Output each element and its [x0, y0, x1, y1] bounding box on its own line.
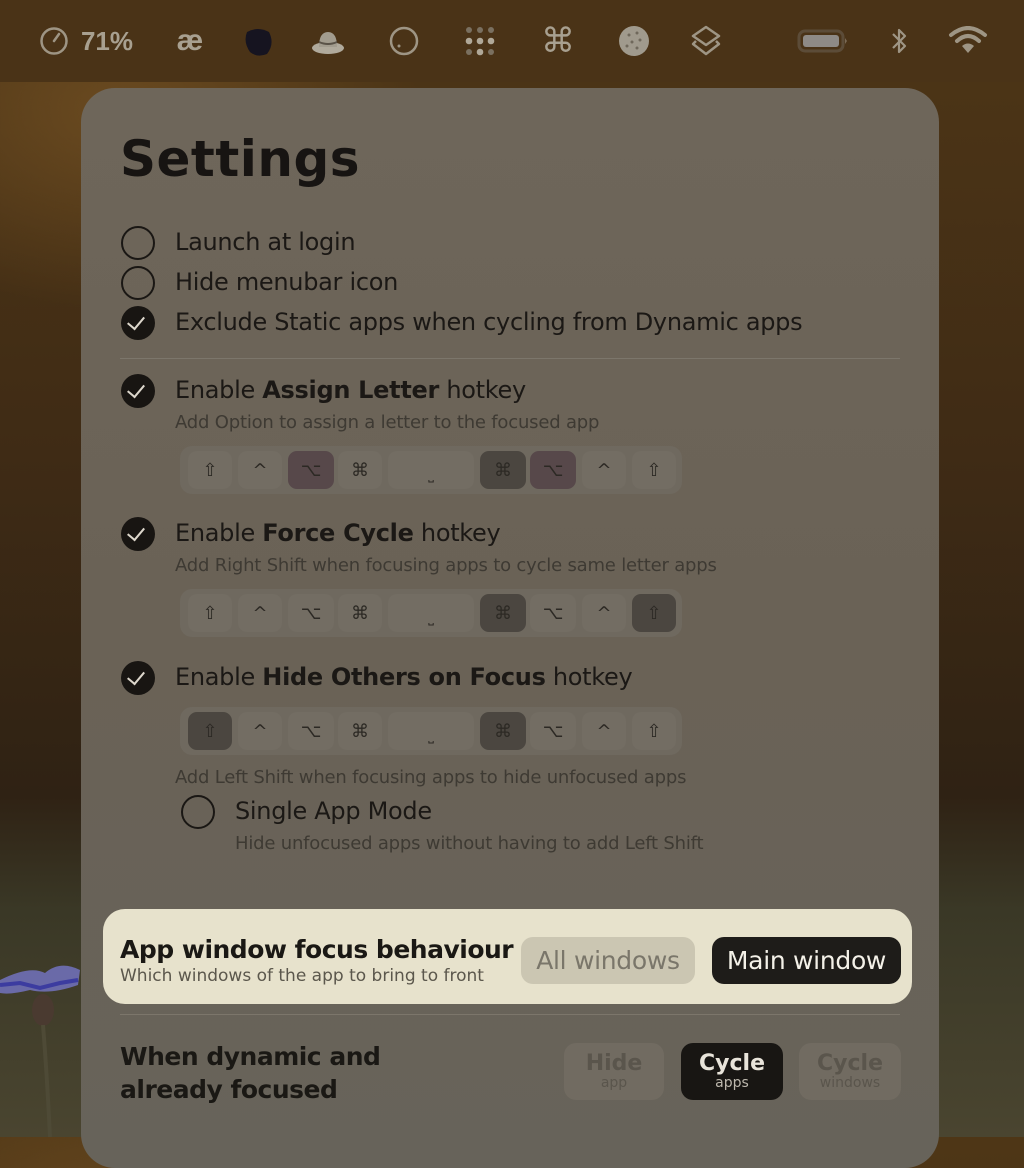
exclude-static-apps-checkbox[interactable] [121, 306, 155, 340]
force-cycle-label: Enable Force Cycle hotkey [175, 519, 501, 547]
launch-at-login-checkbox[interactable] [121, 226, 155, 260]
hide-app-button[interactable]: Hide app [564, 1043, 664, 1100]
option-subtitle: apps [715, 1074, 749, 1091]
label-suffix: hotkey [413, 519, 501, 547]
right-option-key[interactable]: ⌥ [530, 594, 576, 632]
force-cycle-description: Add Right Shift when focusing apps to cy… [175, 555, 717, 576]
title-line-1: When dynamic and [120, 1042, 381, 1071]
force-cycle-keyboard: ⇧ ^ ⌥ ⌘ ⎵ ⌘ ⌥ ^ ⇧ [180, 589, 682, 637]
page-title: Settings [120, 130, 361, 188]
cpu-percentage[interactable]: 71% [80, 22, 134, 60]
space-key[interactable]: ⎵ [388, 594, 474, 632]
assign-letter-description: Add Option to assign a letter to the foc… [175, 412, 600, 433]
exclude-static-apps-label: Exclude Static apps when cycling from Dy… [175, 308, 803, 336]
main-window-button[interactable]: Main window [712, 937, 901, 984]
focus-behaviour-description: Which windows of the app to bring to fro… [120, 966, 484, 986]
ae-ligature-icon[interactable]: æ [170, 22, 210, 60]
option-subtitle: app [600, 1074, 628, 1091]
hide-others-keyboard: ⇧ ^ ⌥ ⌘ ⎵ ⌘ ⌥ ^ ⇧ [180, 707, 682, 755]
layers-icon[interactable] [688, 22, 724, 60]
left-command-key[interactable]: ⌘ [338, 594, 382, 632]
dot-grid-icon[interactable] [462, 22, 498, 60]
wifi-icon[interactable] [946, 22, 990, 60]
divider [120, 358, 900, 359]
hide-menubar-icon-label: Hide menubar icon [175, 268, 399, 296]
right-shift-key[interactable]: ⇧ [632, 594, 676, 632]
cycle-windows-button[interactable]: Cycle windows [799, 1043, 901, 1100]
right-shift-key[interactable]: ⇧ [632, 451, 676, 489]
wallpaper-flower [0, 965, 80, 1137]
space-key[interactable]: ⎵ [388, 712, 474, 750]
right-control-key[interactable]: ^ [582, 712, 626, 750]
hide-others-description: Add Left Shift when focusing apps to hid… [175, 767, 687, 788]
left-shift-key[interactable]: ⇧ [188, 594, 232, 632]
right-command-key[interactable]: ⌘ [480, 451, 526, 489]
option-title: Cycle [699, 1050, 765, 1076]
label-bold: Assign Letter [262, 376, 440, 404]
label-suffix: hotkey [439, 376, 526, 404]
command-icon[interactable]: ⌘ [538, 22, 578, 60]
focus-behaviour-title: App window focus behaviour [120, 935, 514, 964]
single-app-mode-description: Hide unfocused apps without having to ad… [235, 833, 704, 854]
option-title: Hide [585, 1050, 643, 1076]
label-suffix: hotkey [545, 663, 633, 691]
menubar: 71% æ ⌘ [0, 0, 1024, 82]
assign-letter-label: Enable Assign Letter hotkey [175, 376, 526, 404]
gauge-icon[interactable] [36, 22, 72, 60]
single-app-mode-label: Single App Mode [235, 797, 432, 825]
force-cycle-checkbox[interactable] [121, 517, 155, 551]
hat-app-icon[interactable] [310, 22, 346, 60]
left-command-key[interactable]: ⌘ [338, 712, 382, 750]
single-app-mode-checkbox[interactable] [181, 795, 215, 829]
left-shift-key[interactable]: ⇧ [188, 712, 232, 750]
hide-others-label: Enable Hide Others on Focus hotkey [175, 663, 633, 691]
right-option-key[interactable]: ⌥ [530, 712, 576, 750]
hide-menubar-icon-checkbox[interactable] [121, 266, 155, 300]
assign-letter-keyboard: ⇧ ^ ⌥ ⌘ ⎵ ⌘ ⌥ ^ ⇧ [180, 446, 682, 494]
right-shift-key[interactable]: ⇧ [632, 712, 676, 750]
label-prefix: Enable [175, 663, 263, 691]
label-prefix: Enable [175, 519, 263, 547]
title-line-2: already focused [120, 1075, 338, 1104]
assign-letter-checkbox[interactable] [121, 374, 155, 408]
label-bold: Hide Others on Focus [262, 663, 546, 691]
label-prefix: Enable [175, 376, 263, 404]
left-control-key[interactable]: ^ [238, 594, 282, 632]
right-control-key[interactable]: ^ [582, 594, 626, 632]
right-option-key[interactable]: ⌥ [530, 451, 576, 489]
right-command-key[interactable]: ⌘ [480, 594, 526, 632]
left-option-key[interactable]: ⌥ [288, 594, 334, 632]
dynamic-focused-title: When dynamic and already focused [120, 1040, 381, 1106]
hide-others-checkbox[interactable] [121, 661, 155, 695]
left-option-key[interactable]: ⌥ [288, 712, 334, 750]
dark-blob-app-icon[interactable] [240, 22, 276, 60]
left-option-key[interactable]: ⌥ [288, 451, 334, 489]
space-key[interactable]: ⎵ [388, 451, 474, 489]
cookie-icon[interactable] [616, 22, 652, 60]
circle-app-icon[interactable] [386, 22, 422, 60]
launch-at-login-label: Launch at login [175, 228, 356, 256]
all-windows-button[interactable]: All windows [521, 937, 695, 984]
left-control-key[interactable]: ^ [238, 451, 282, 489]
right-control-key[interactable]: ^ [582, 451, 626, 489]
label-bold: Force Cycle [262, 519, 414, 547]
divider [120, 1014, 900, 1015]
cycle-apps-button[interactable]: Cycle apps [681, 1043, 783, 1100]
option-title: Cycle [817, 1050, 883, 1076]
right-command-key[interactable]: ⌘ [480, 712, 526, 750]
option-subtitle: windows [819, 1074, 881, 1091]
battery-icon[interactable] [796, 22, 850, 60]
left-command-key[interactable]: ⌘ [338, 451, 382, 489]
left-control-key[interactable]: ^ [238, 712, 282, 750]
left-shift-key[interactable]: ⇧ [188, 451, 232, 489]
bluetooth-icon[interactable] [884, 22, 914, 60]
